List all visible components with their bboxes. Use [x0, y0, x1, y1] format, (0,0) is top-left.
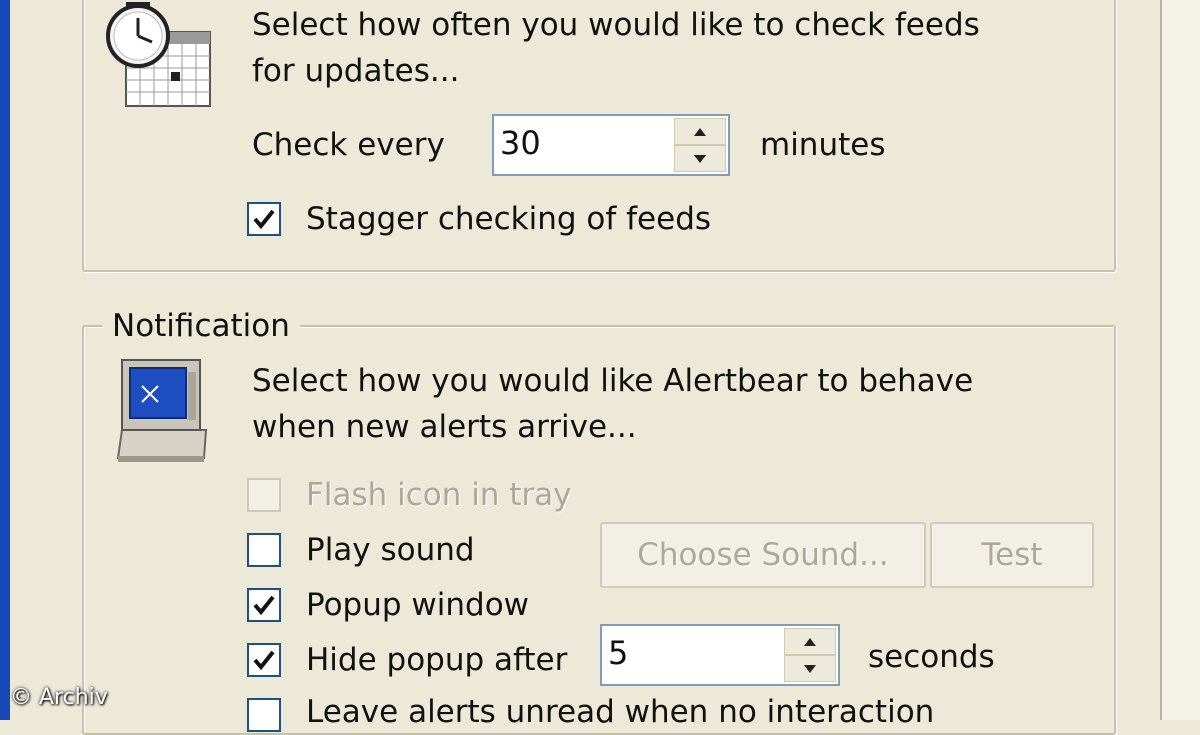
choose-sound-button[interactable]: Choose Sound... [600, 522, 926, 588]
watermark-text: © Archiv [10, 685, 108, 710]
hide-popup-stepper[interactable]: 5 [600, 624, 840, 686]
check-interval-stepper[interactable]: 30 [492, 114, 730, 176]
checkmark-icon [253, 209, 275, 230]
play-sound-checkbox[interactable] [247, 533, 281, 567]
interval-down-button[interactable] [674, 145, 726, 172]
check-interval-value[interactable]: 30 [500, 124, 541, 162]
play-sound-label[interactable]: Play sound [306, 531, 475, 569]
updates-description-line2: for updates... [252, 53, 460, 89]
arrow-up-icon [694, 127, 706, 136]
checkmark-icon [253, 595, 275, 616]
popup-window-label[interactable]: Popup window [306, 586, 529, 624]
hide-popup-unit-label: seconds [868, 639, 995, 675]
hide-popup-up-button[interactable] [784, 628, 836, 655]
updates-description-line1: Select how often you would like to check… [252, 7, 980, 43]
leave-unread-label[interactable]: Leave alerts unread when no interaction [306, 693, 934, 731]
popup-window-checkbox[interactable] [247, 588, 281, 622]
flash-icon-label: Flash icon in tray [306, 477, 572, 513]
hide-popup-value[interactable]: 5 [608, 634, 628, 672]
test-sound-button[interactable]: Test [930, 522, 1094, 588]
hide-popup-label[interactable]: Hide popup after [306, 641, 567, 679]
window-right-edge [1160, 0, 1200, 720]
hide-popup-down-button[interactable] [784, 655, 836, 682]
clock-calendar-icon [106, 2, 211, 107]
leave-unread-checkbox[interactable] [247, 698, 281, 732]
arrow-down-icon [694, 154, 706, 163]
notification-description-line1: Select how you would like Alertbear to b… [252, 363, 974, 399]
window-left-border [0, 0, 10, 720]
flash-icon-checkbox[interactable] [247, 478, 281, 512]
arrow-down-icon [804, 664, 816, 673]
notification-legend: Notification [102, 307, 300, 345]
computer-monitor-icon [116, 359, 208, 462]
arrow-up-icon [804, 637, 816, 646]
notification-description-line2: when new alerts arrive... [252, 409, 637, 445]
interval-up-button[interactable] [674, 118, 726, 145]
stagger-label[interactable]: Stagger checking of feeds [306, 200, 711, 238]
interval-unit-label: minutes [760, 127, 886, 163]
stagger-checkbox[interactable] [247, 202, 281, 236]
hide-popup-checkbox[interactable] [247, 643, 281, 677]
checkmark-icon [253, 650, 275, 671]
check-every-label: Check every [252, 127, 445, 163]
